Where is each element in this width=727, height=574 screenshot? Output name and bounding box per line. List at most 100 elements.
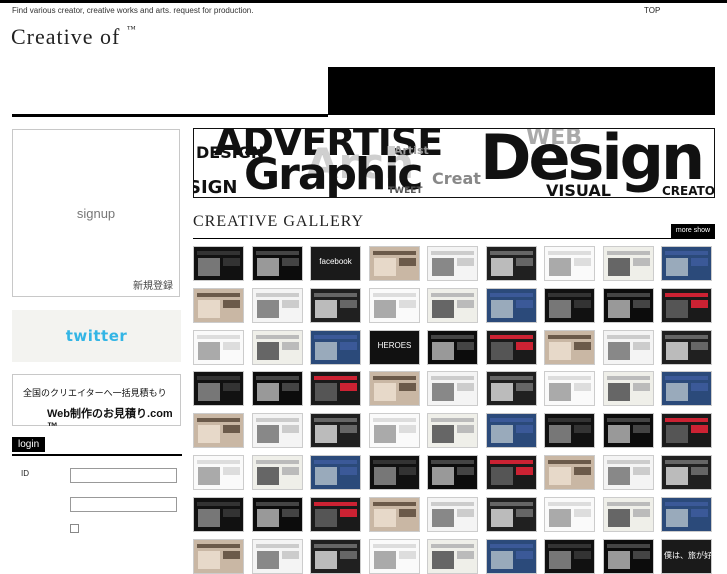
gallery-thumb[interactable]: [544, 330, 595, 365]
gallery-thumb[interactable]: [252, 288, 303, 323]
banner-word-creato: CREATO: [662, 184, 715, 198]
gallery-thumb[interactable]: [193, 288, 244, 323]
thumb-block-small: [457, 425, 474, 433]
gallery-thumb[interactable]: [661, 455, 712, 490]
gallery-thumb[interactable]: [603, 413, 654, 448]
gallery-thumb[interactable]: [427, 455, 478, 490]
gallery-thumb[interactable]: [603, 330, 654, 365]
gallery-thumb[interactable]: 僕は、旅が好きだ。: [661, 539, 712, 574]
thumb-block: [666, 509, 688, 527]
gallery-thumb[interactable]: [544, 539, 595, 574]
gallery-thumb[interactable]: [661, 246, 712, 281]
gallery-thumb[interactable]: [369, 539, 420, 574]
gallery-thumb[interactable]: [427, 413, 478, 448]
gallery-thumb[interactable]: [252, 497, 303, 532]
gallery-thumb-label: HEROES: [377, 341, 412, 350]
gallery-thumb[interactable]: [427, 371, 478, 406]
thumb-block: [491, 509, 513, 527]
gallery-thumb[interactable]: HEROES: [369, 330, 420, 365]
thumb-block: [432, 509, 454, 527]
gallery-thumb[interactable]: [427, 539, 478, 574]
gallery-thumb[interactable]: [661, 413, 712, 448]
gallery-thumb[interactable]: [544, 371, 595, 406]
gallery-thumb[interactable]: [193, 371, 244, 406]
gallery-thumb[interactable]: [486, 246, 537, 281]
gallery-thumb[interactable]: [603, 539, 654, 574]
thumb-block-small: [223, 425, 240, 433]
gallery-thumb[interactable]: [310, 497, 361, 532]
gallery-thumb[interactable]: [310, 413, 361, 448]
signup-box[interactable]: signup 新規登録: [12, 129, 180, 297]
gallery-thumb[interactable]: [193, 413, 244, 448]
gallery-thumb[interactable]: facebook: [310, 246, 361, 281]
thumb-bar: [665, 293, 708, 297]
gallery-title: CREATIVE GALLERY: [193, 213, 365, 230]
gallery-thumb[interactable]: [252, 246, 303, 281]
estimate-banner[interactable]: 全国のクリエイターへ一括見積もり Web制作のお見積り.com ™: [12, 374, 181, 433]
gallery-thumb[interactable]: [310, 455, 361, 490]
gallery-thumb[interactable]: [369, 246, 420, 281]
gallery-thumb[interactable]: [661, 288, 712, 323]
gallery-thumb[interactable]: [193, 455, 244, 490]
gallery-thumb[interactable]: [369, 288, 420, 323]
gallery-thumb[interactable]: [369, 413, 420, 448]
gallery-thumb[interactable]: [252, 371, 303, 406]
thumb-block-small: [223, 551, 240, 559]
id-input[interactable]: [70, 468, 177, 483]
gallery-thumb[interactable]: [193, 539, 244, 574]
password-input[interactable]: [70, 497, 177, 512]
thumb-block: [257, 300, 279, 318]
remember-checkbox[interactable]: [70, 524, 79, 533]
gallery-thumb[interactable]: [544, 246, 595, 281]
gallery-thumb[interactable]: [369, 371, 420, 406]
gallery-thumb[interactable]: [310, 330, 361, 365]
gallery-thumb[interactable]: [544, 288, 595, 323]
gallery-thumb[interactable]: [193, 330, 244, 365]
gallery-thumb[interactable]: [427, 497, 478, 532]
gallery-thumb[interactable]: [310, 371, 361, 406]
twitter-banner[interactable]: twitter: [12, 310, 181, 362]
gallery-thumb[interactable]: [486, 497, 537, 532]
gallery-thumb[interactable]: [486, 288, 537, 323]
gallery-thumb[interactable]: [369, 455, 420, 490]
thumb-block-small: [691, 342, 708, 350]
gallery-thumb[interactable]: [193, 497, 244, 532]
gallery-thumb[interactable]: [603, 246, 654, 281]
thumb-bar: [314, 335, 357, 339]
gallery-thumb[interactable]: [427, 288, 478, 323]
gallery-thumb[interactable]: [193, 246, 244, 281]
gallery-thumb[interactable]: [252, 455, 303, 490]
gallery-thumb[interactable]: [603, 371, 654, 406]
site-logo[interactable]: Creative of ™: [11, 24, 137, 50]
header-black-block: [328, 67, 715, 115]
gallery-thumb[interactable]: [252, 413, 303, 448]
gallery-thumb[interactable]: [661, 330, 712, 365]
gallery-thumb[interactable]: [661, 497, 712, 532]
gallery-thumb[interactable]: [486, 455, 537, 490]
gallery-thumb[interactable]: [603, 288, 654, 323]
more-show-button[interactable]: more show: [671, 224, 715, 238]
thumb-block-small: [457, 258, 474, 266]
gallery-thumb[interactable]: [427, 246, 478, 281]
gallery-thumb[interactable]: [544, 497, 595, 532]
gallery-thumb[interactable]: [427, 330, 478, 365]
thumb-bar: [548, 335, 591, 339]
gallery-thumb[interactable]: [603, 497, 654, 532]
gallery-thumb[interactable]: [310, 288, 361, 323]
gallery-thumb[interactable]: [486, 330, 537, 365]
gallery-thumb[interactable]: [544, 413, 595, 448]
gallery-thumb[interactable]: [486, 413, 537, 448]
gallery-thumb[interactable]: [486, 371, 537, 406]
gallery-thumb[interactable]: [603, 455, 654, 490]
gallery-thumb[interactable]: [369, 497, 420, 532]
top-link[interactable]: TOP: [644, 6, 660, 15]
gallery-thumb[interactable]: [252, 330, 303, 365]
creative-banner[interactable]: ADVERTISE DESIGN Artist Arch Graphic Cre…: [193, 128, 715, 198]
gallery-thumb[interactable]: [544, 455, 595, 490]
gallery-thumb[interactable]: [661, 371, 712, 406]
thumb-bar: [197, 251, 240, 255]
gallery-thumb[interactable]: [252, 539, 303, 574]
gallery-thumb[interactable]: [310, 539, 361, 574]
thumb-bar: [256, 335, 299, 339]
gallery-thumb[interactable]: [486, 539, 537, 574]
